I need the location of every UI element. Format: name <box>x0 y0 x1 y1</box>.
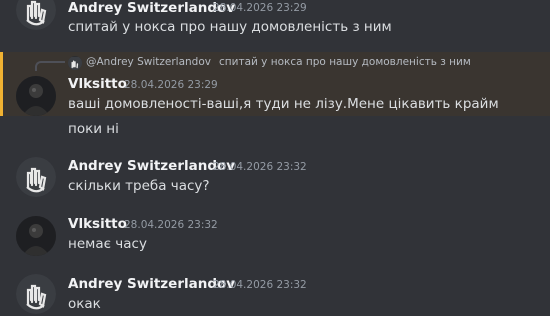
hand-gesture-avatar-icon <box>16 157 56 197</box>
message-author[interactable]: Vlksitto <box>68 76 127 92</box>
message-timestamp: 28.04.2026 23:32 <box>124 219 218 231</box>
reply-preview-text[interactable]: спитай у нокса про нашу домовленість з н… <box>219 56 471 68</box>
message-author[interactable]: Andrey Switzerlandov <box>68 0 235 16</box>
message-timestamp: 28.04.2026 23:32 <box>213 279 307 291</box>
reply-avatar[interactable] <box>68 56 82 70</box>
message-text: поки ні <box>68 121 119 137</box>
reply-connector <box>35 61 65 71</box>
message-author[interactable]: Andrey Switzerlandov <box>68 276 235 292</box>
avatar[interactable] <box>16 157 56 197</box>
message-author[interactable]: Andrey Switzerlandov <box>68 158 235 174</box>
message-text: ваші домовленості-ваші,я туди не лізу.Ме… <box>68 96 499 112</box>
dark-portrait-avatar-icon <box>16 76 56 116</box>
message-timestamp: 28.04.2026 23:32 <box>213 161 307 173</box>
message-text: скільки треба часу? <box>68 178 210 194</box>
message-text: окак <box>68 296 101 312</box>
avatar[interactable] <box>16 76 56 116</box>
message-author[interactable]: Vlksitto <box>68 216 127 232</box>
avatar[interactable] <box>16 274 56 314</box>
dark-portrait-avatar-icon <box>16 216 56 256</box>
avatar[interactable] <box>16 216 56 256</box>
avatar[interactable] <box>16 0 56 30</box>
message-text: спитай у нокса про нашу домовленість з н… <box>68 19 392 35</box>
reply-author[interactable]: @Andrey Switzerlandov <box>86 56 211 68</box>
hand-gesture-avatar-icon <box>16 0 56 30</box>
hand-gesture-avatar-icon <box>16 274 56 314</box>
message-timestamp: 28.04.2026 23:29 <box>124 79 218 91</box>
message-timestamp: 28.04.2026 23:29 <box>213 2 307 14</box>
message-text: немає часу <box>68 236 147 252</box>
